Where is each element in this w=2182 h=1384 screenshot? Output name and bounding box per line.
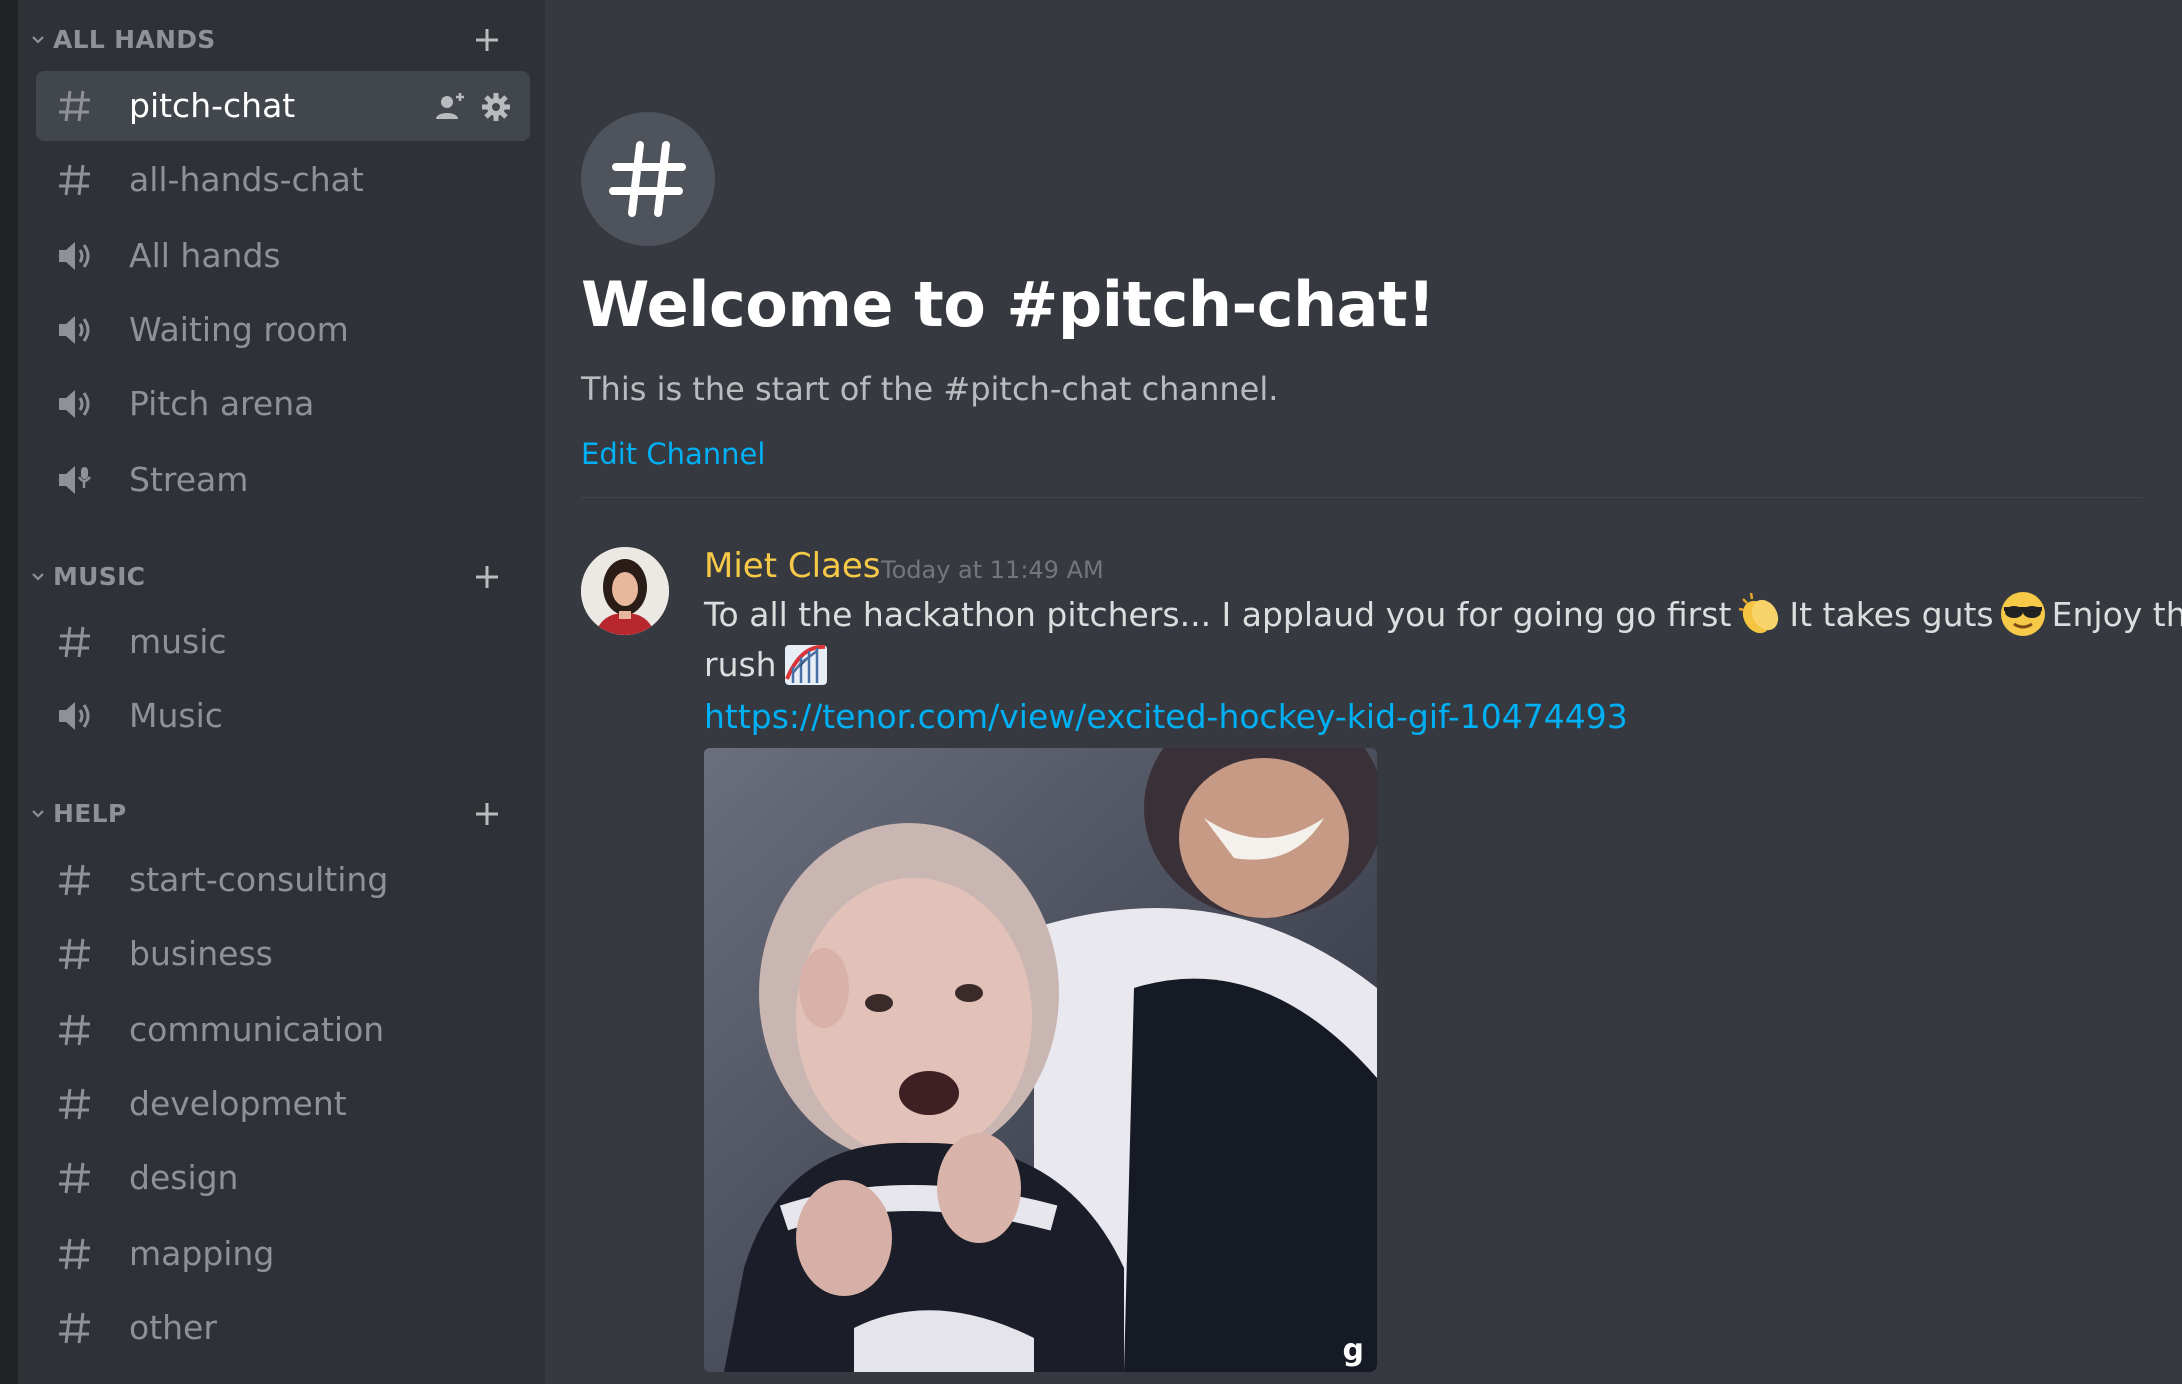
gif-watermark: g xyxy=(1343,1333,1364,1368)
channel-label: business xyxy=(129,934,273,973)
channel-label: All hands xyxy=(129,236,281,275)
channel-label: start-consulting xyxy=(129,860,389,899)
chevron-down-icon xyxy=(32,36,44,44)
gif-image: g xyxy=(704,748,1377,1372)
channel-waiting-room[interactable]: Waiting room xyxy=(36,295,530,365)
message-text-part: It takes guts xyxy=(1789,595,1994,634)
channel-communication[interactable]: communication xyxy=(36,995,530,1065)
hashtag-icon xyxy=(59,864,90,896)
channel-music-voice[interactable]: Music xyxy=(36,681,530,751)
speaker-icon xyxy=(59,390,90,418)
hashtag-icon xyxy=(59,938,90,970)
edit-channel-link[interactable]: Edit Channel xyxy=(581,437,765,471)
channel-label: Waiting room xyxy=(129,310,349,349)
gear-icon[interactable] xyxy=(480,91,512,123)
channel-label: other xyxy=(129,1308,217,1347)
hashtag-icon xyxy=(59,1312,90,1344)
hashtag-icon xyxy=(59,1162,90,1194)
avatar[interactable] xyxy=(581,547,669,635)
channel-label: pitch-chat xyxy=(129,86,296,125)
clapping-hands-emoji xyxy=(1739,592,1779,633)
channel-label: Pitch arena xyxy=(129,384,315,423)
welcome-subtitle: This is the start of the #pitch-chat cha… xyxy=(581,370,1279,408)
category-music[interactable]: MUSIC xyxy=(18,555,545,599)
channel-pitch-arena[interactable]: Pitch arena xyxy=(36,369,530,439)
channel-tools xyxy=(434,91,512,121)
sunglasses-emoji xyxy=(2000,591,2045,636)
server-rail-edge xyxy=(0,0,18,1384)
category-name: ALL HANDS xyxy=(53,25,216,54)
channel-label: development xyxy=(129,1084,347,1123)
user-avatar-image xyxy=(581,547,669,635)
add-channel-icon[interactable] xyxy=(472,799,502,829)
channel-sidebar: ALL HANDS pitch-chat all-hands-chat All … xyxy=(18,0,545,1384)
category-name: MUSIC xyxy=(53,562,146,591)
hashtag-icon xyxy=(59,1088,90,1120)
add-channel-icon[interactable] xyxy=(472,562,502,592)
invite-member-icon[interactable] xyxy=(434,91,466,123)
channel-design[interactable]: design xyxy=(36,1143,530,1213)
message-text-part: To all the hackathon pitchers... I appla… xyxy=(704,595,1732,634)
stage-speaker-icon xyxy=(59,466,91,494)
channel-music-text[interactable]: music xyxy=(36,607,530,677)
hashtag-icon xyxy=(59,90,90,122)
chevron-down-icon xyxy=(32,573,44,581)
channel-label: mapping xyxy=(129,1234,275,1273)
channel-development[interactable]: development xyxy=(36,1069,530,1139)
speaker-icon xyxy=(59,242,90,270)
hashtag-icon xyxy=(59,164,90,196)
channel-label: music xyxy=(129,622,227,661)
channel-business[interactable]: business xyxy=(36,919,530,989)
speaker-icon xyxy=(59,316,90,344)
channel-hashtag-badge xyxy=(581,112,715,246)
add-channel-icon[interactable] xyxy=(472,25,502,55)
category-all-hands[interactable]: ALL HANDS xyxy=(18,18,545,62)
message-link[interactable]: https://tenor.com/view/excited-hockey-ki… xyxy=(704,697,1628,736)
message-content: To all the hackathon pitchers... I appla… xyxy=(704,590,2182,690)
divider xyxy=(581,497,2142,498)
hashtag-icon xyxy=(59,626,90,658)
chevron-down-icon xyxy=(32,810,44,818)
channel-all-hands-chat[interactable]: all-hands-chat xyxy=(36,145,530,215)
hashtag-icon xyxy=(609,141,686,217)
discord-window: ALL HANDS pitch-chat all-hands-chat All … xyxy=(0,0,2182,1384)
gif-embed[interactable]: g xyxy=(704,748,1377,1372)
hashtag-icon xyxy=(59,1014,90,1046)
message-timestamp: Today at 11:49 AM xyxy=(881,556,1104,584)
channel-label: communication xyxy=(129,1010,385,1049)
channel-start-consulting[interactable]: start-consulting xyxy=(36,845,530,915)
channel-all-hands-voice[interactable]: All hands xyxy=(36,221,530,291)
welcome-title: Welcome to #pitch-chat! xyxy=(581,268,1435,341)
message-author[interactable]: Miet Claes xyxy=(704,546,881,586)
channel-pitch-chat[interactable]: pitch-chat xyxy=(36,71,530,141)
channel-other[interactable]: other xyxy=(36,1293,530,1363)
category-help[interactable]: HELP xyxy=(18,792,545,836)
speaker-icon xyxy=(59,702,90,730)
hashtag-icon xyxy=(59,1238,90,1270)
category-name: HELP xyxy=(53,799,127,828)
channel-stream[interactable]: Stream xyxy=(36,445,530,515)
channel-mapping[interactable]: mapping xyxy=(36,1219,530,1289)
channel-label: all-hands-chat xyxy=(129,160,364,199)
chat-main: Welcome to #pitch-chat! This is the star… xyxy=(545,0,2182,1384)
channel-label: design xyxy=(129,1158,239,1197)
channel-label: Stream xyxy=(129,460,249,499)
roller-coaster-emoji xyxy=(784,644,827,685)
channel-label: Music xyxy=(129,696,223,735)
